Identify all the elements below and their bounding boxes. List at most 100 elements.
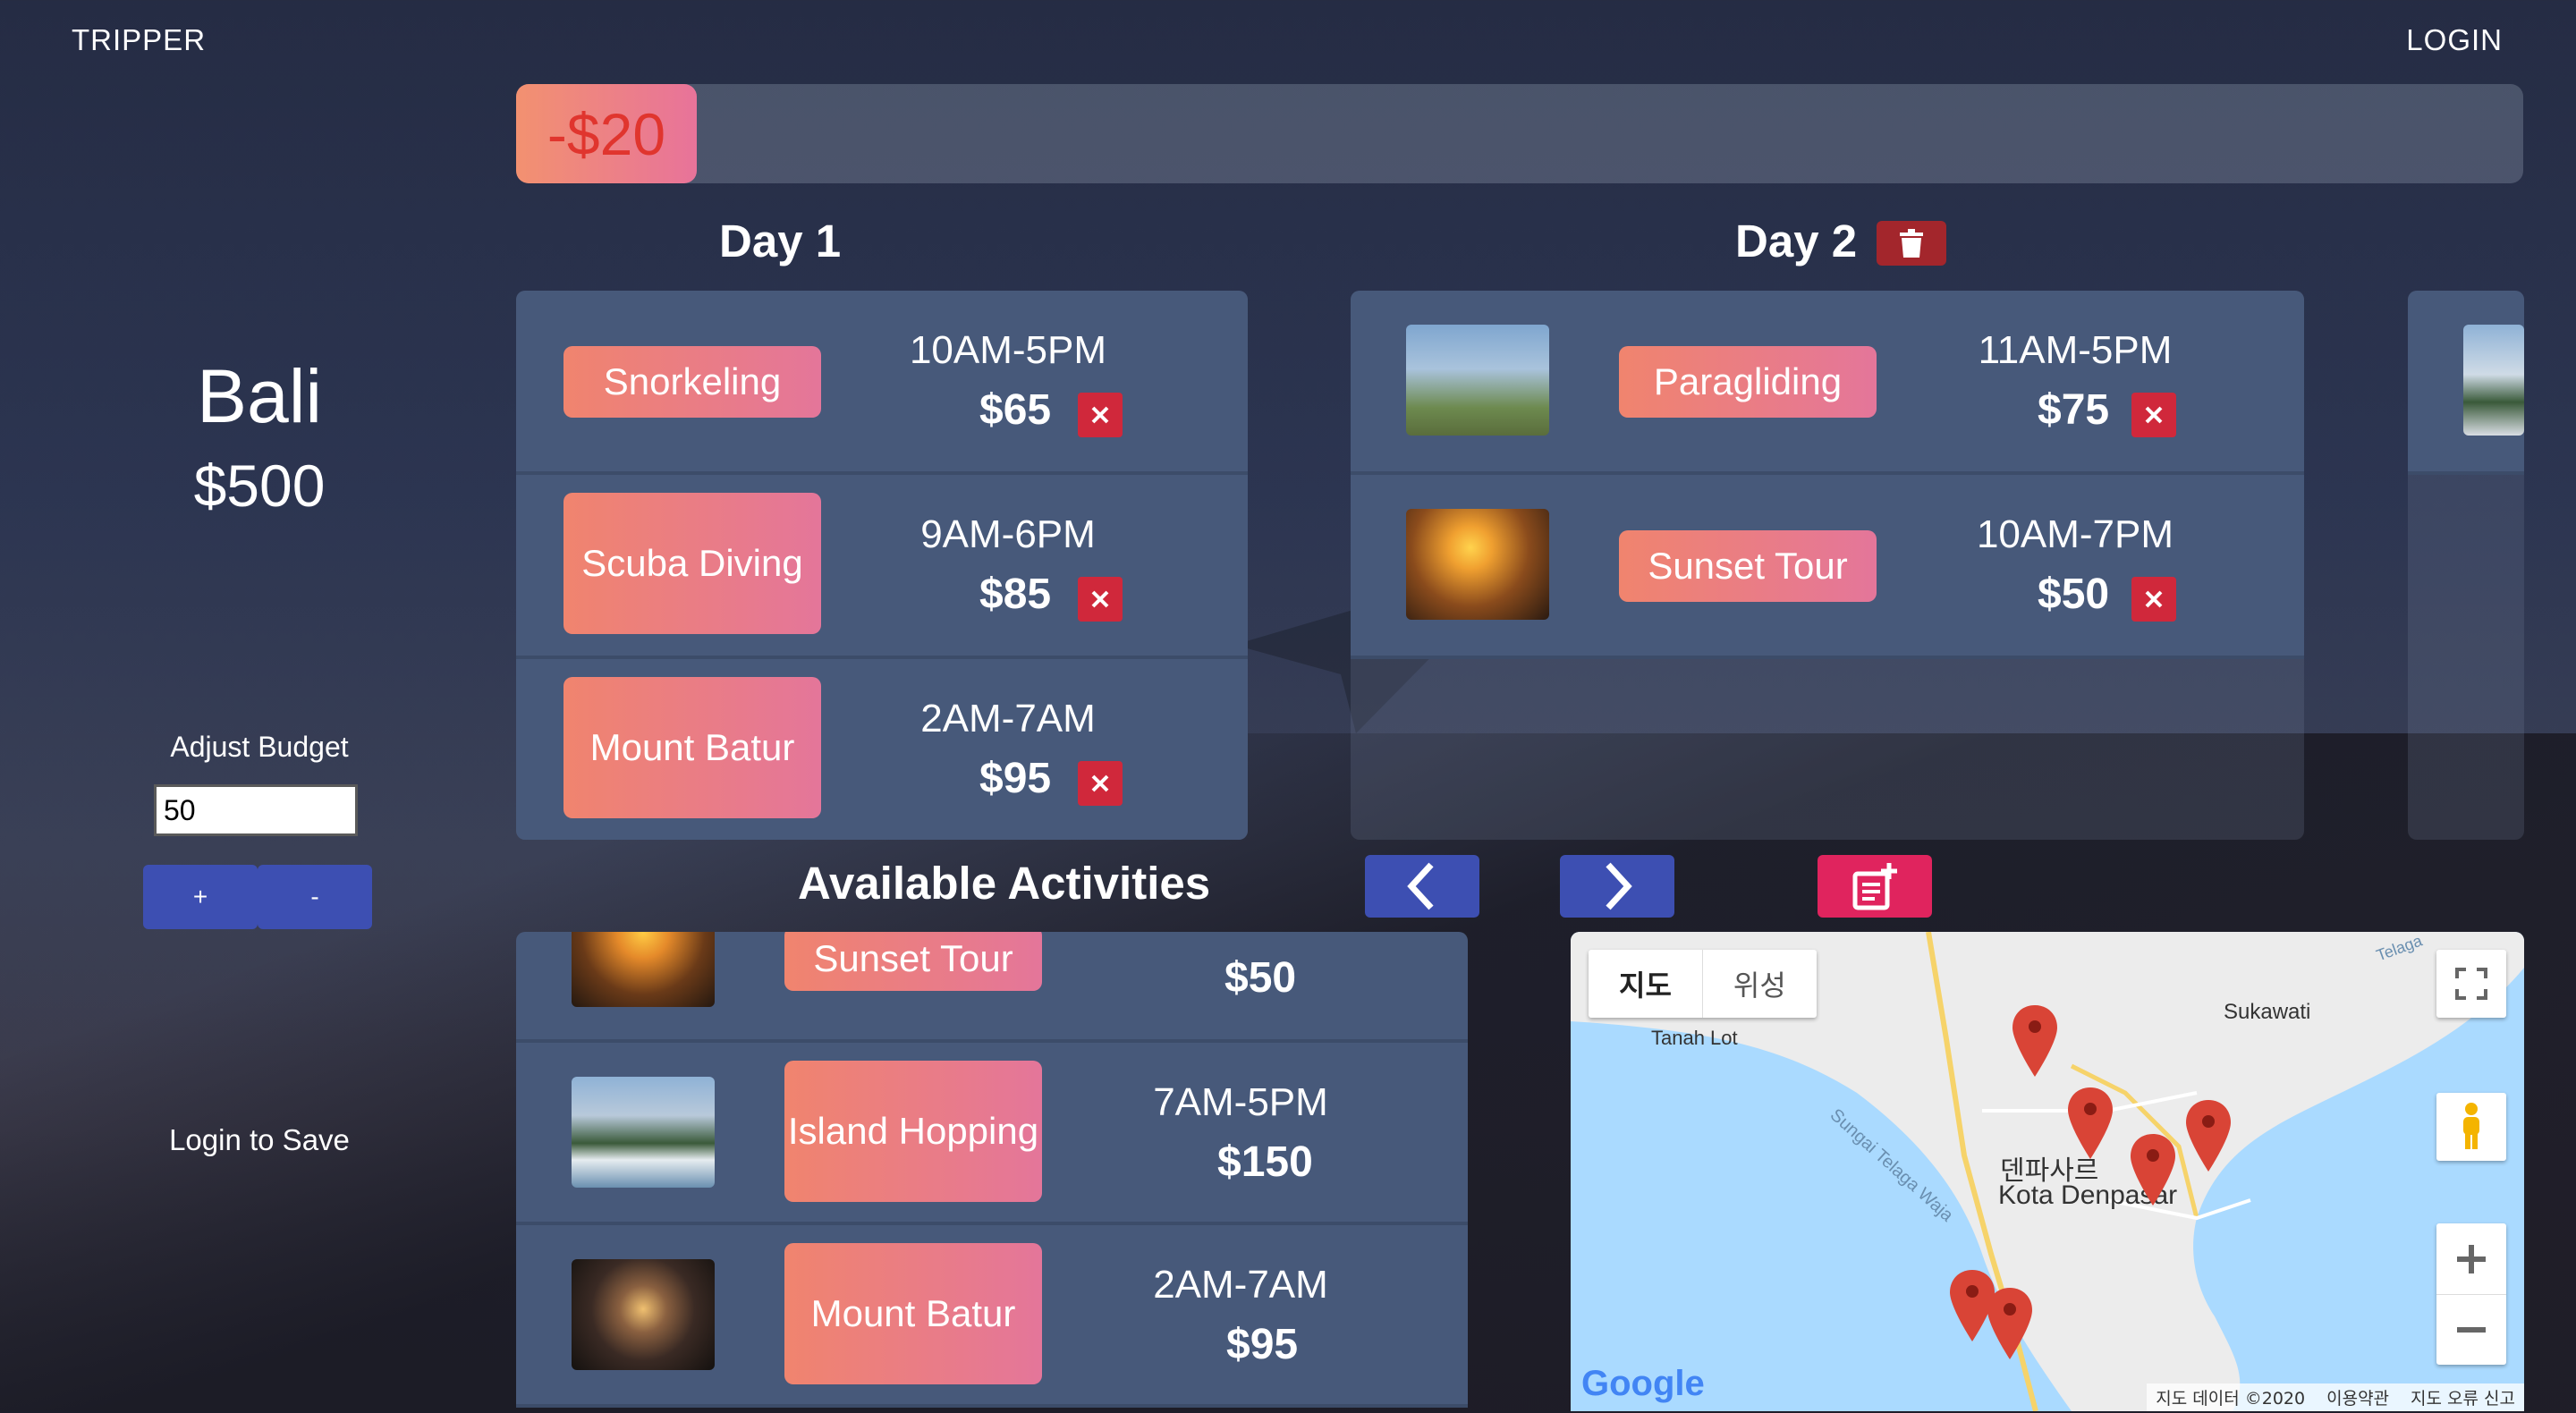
day-1-activity-card: Mount Batur 2AM-7AM $95 xyxy=(516,659,1248,840)
activity-price: $85 xyxy=(979,571,1052,618)
activity-price: $50 xyxy=(1224,954,1297,1002)
map-data-attribution: 지도 데이터 ©2020 xyxy=(2156,1389,2306,1409)
day-3-activity-card xyxy=(2408,291,2524,475)
budget-remaining-fill: -$20 xyxy=(516,84,697,183)
adjust-budget-input[interactable] xyxy=(154,784,358,836)
remove-activity-button[interactable] xyxy=(2131,393,2176,437)
add-day-button[interactable] xyxy=(1818,855,1932,918)
destination-name: Bali xyxy=(196,354,323,438)
zoom-control xyxy=(2436,1223,2506,1365)
map-label-tanah-lot: Tanah Lot xyxy=(1651,1027,1738,1049)
map-marker-icon[interactable] xyxy=(2186,1100,2231,1172)
trash-icon xyxy=(1900,229,1923,258)
activity-time: 7AM-5PM xyxy=(1153,1080,1328,1124)
activity-name-label: Island Hopping xyxy=(787,1110,1039,1152)
map-marker-icon[interactable] xyxy=(2068,1087,2113,1159)
activity-thumbnail xyxy=(1406,509,1549,620)
map-report-error-link[interactable]: 지도 오류 신고 xyxy=(2411,1385,2515,1409)
activity-price: $95 xyxy=(1226,1321,1299,1368)
activity-name-pill[interactable]: Snorkeling xyxy=(564,346,821,418)
minus-icon xyxy=(2457,1326,2486,1333)
day-2-title: Day 2 xyxy=(1735,216,1858,267)
activity-time: 2AM-7AM xyxy=(1153,1263,1328,1307)
close-icon xyxy=(1091,590,1109,608)
chevron-left-icon xyxy=(1407,862,1434,910)
login-link[interactable]: LOGIN xyxy=(2406,23,2503,57)
day-2-column: Paragliding 11AM-5PM $75 Sunset Tour 10A… xyxy=(1351,291,2304,840)
delete-day-button[interactable] xyxy=(1877,221,1946,266)
day-2-activity-card: Paragliding 11AM-5PM $75 xyxy=(1351,291,2304,475)
activity-name-pill[interactable]: Mount Batur xyxy=(564,677,821,818)
activity-thumbnail xyxy=(2463,325,2524,436)
available-activities-list: Sunset Tour $50 Island Hopping 7AM-5PM $… xyxy=(516,932,1468,1411)
available-activity-card: Sunset Tour $50 xyxy=(516,932,1468,1043)
close-icon xyxy=(2145,406,2163,424)
activity-name-label: Mount Batur xyxy=(810,1292,1016,1334)
street-view-button[interactable] xyxy=(2436,1093,2506,1161)
activity-name-pill[interactable]: Scuba Diving xyxy=(564,493,821,634)
activity-price: $75 xyxy=(2038,386,2110,434)
activity-price: $95 xyxy=(979,755,1052,802)
close-icon xyxy=(2145,590,2163,608)
login-to-save-link[interactable]: Login to Save xyxy=(107,1123,411,1157)
map-marker-icon[interactable] xyxy=(2131,1134,2175,1206)
available-activity-card: Mount Batur 2AM-7AM $95 xyxy=(516,1225,1468,1408)
remove-activity-button[interactable] xyxy=(1078,577,1123,622)
remove-activity-button[interactable] xyxy=(1078,761,1123,806)
activity-thumbnail xyxy=(572,932,715,1007)
map-marker-icon[interactable] xyxy=(1987,1288,2032,1359)
fullscreen-button[interactable] xyxy=(2436,950,2506,1018)
activity-map[interactable]: Tanah Lot Sukawati 덴파사르 Kota Denpasar Su… xyxy=(1571,932,2524,1411)
activity-price: $150 xyxy=(1217,1138,1313,1186)
fullscreen-icon xyxy=(2455,968,2487,1000)
available-activity-card: Island Hopping 7AM-5PM $150 xyxy=(516,1043,1468,1225)
pegman-icon xyxy=(2463,1103,2479,1149)
close-icon xyxy=(1091,774,1109,792)
chevron-right-icon xyxy=(1606,862,1632,910)
activity-name-label: Mount Batur xyxy=(589,726,795,768)
activity-thumbnail xyxy=(572,1077,715,1188)
day-1-activity-card: Snorkeling 10AM-5PM $65 xyxy=(516,291,1248,475)
budget-remaining-label: -$20 xyxy=(547,100,666,167)
budget-progress-bar: -$20 xyxy=(516,84,2523,183)
remove-activity-button[interactable] xyxy=(2131,577,2176,622)
day-1-title: Day 1 xyxy=(719,216,842,267)
available-activities-title: Available Activities xyxy=(798,858,1211,909)
remove-activity-button[interactable] xyxy=(1078,393,1123,437)
activity-time: 11AM-5PM xyxy=(1978,328,2173,372)
next-day-button[interactable] xyxy=(1560,855,1674,918)
previous-day-button[interactable] xyxy=(1365,855,1479,918)
brand-logo[interactable]: TRIPPER xyxy=(72,23,206,57)
day-1-activity-card: Scuba Diving 9AM-6PM $85 xyxy=(516,475,1248,659)
zoom-in-button[interactable] xyxy=(2436,1224,2506,1295)
decrease-budget-button[interactable]: - xyxy=(258,865,372,929)
activity-name-pill[interactable]: Paragliding xyxy=(1619,346,1877,418)
day-2-activity-card: Sunset Tour 10AM-7PM $50 xyxy=(1351,475,2304,659)
map-type-map-button[interactable]: 지도 xyxy=(1589,950,1703,1018)
close-icon xyxy=(1091,406,1109,424)
map-marker-icon[interactable] xyxy=(2012,1005,2057,1077)
activity-thumbnail xyxy=(572,1259,715,1370)
map-terms-link[interactable]: 이용약관 xyxy=(2326,1385,2389,1409)
map-label-sukawati: Sukawati xyxy=(2224,1000,2311,1024)
map-type-satellite-button[interactable]: 위성 xyxy=(1703,950,1817,1018)
activity-time: 10AM-7PM xyxy=(1976,512,2174,556)
day-3-column xyxy=(2408,291,2524,840)
activity-name-pill[interactable]: Sunset Tour xyxy=(1619,530,1877,602)
activity-time: 10AM-5PM xyxy=(909,328,1107,372)
activity-price: $50 xyxy=(2038,571,2110,618)
map-type-control: 지도 위성 xyxy=(1589,950,1817,1018)
activity-name-pill[interactable]: Island Hopping xyxy=(784,1061,1042,1202)
increase-budget-button[interactable]: + xyxy=(143,865,258,929)
activity-name-pill[interactable]: Mount Batur xyxy=(784,1243,1042,1384)
adjust-budget-label: Adjust Budget xyxy=(170,731,349,763)
google-logo-text: Google xyxy=(1581,1364,1705,1403)
map-footer: 지도 데이터 ©2020 이용약관 지도 오류 신고 xyxy=(2147,1383,2524,1411)
activity-time: 2AM-7AM xyxy=(920,697,1096,740)
activity-price: $65 xyxy=(979,386,1052,434)
zoom-out-button[interactable] xyxy=(2436,1295,2506,1365)
activity-name-pill[interactable]: Sunset Tour xyxy=(784,932,1042,991)
activity-time: 9AM-6PM xyxy=(920,512,1096,556)
destination-budget: $500 xyxy=(193,453,326,519)
activity-thumbnail xyxy=(1406,325,1549,436)
